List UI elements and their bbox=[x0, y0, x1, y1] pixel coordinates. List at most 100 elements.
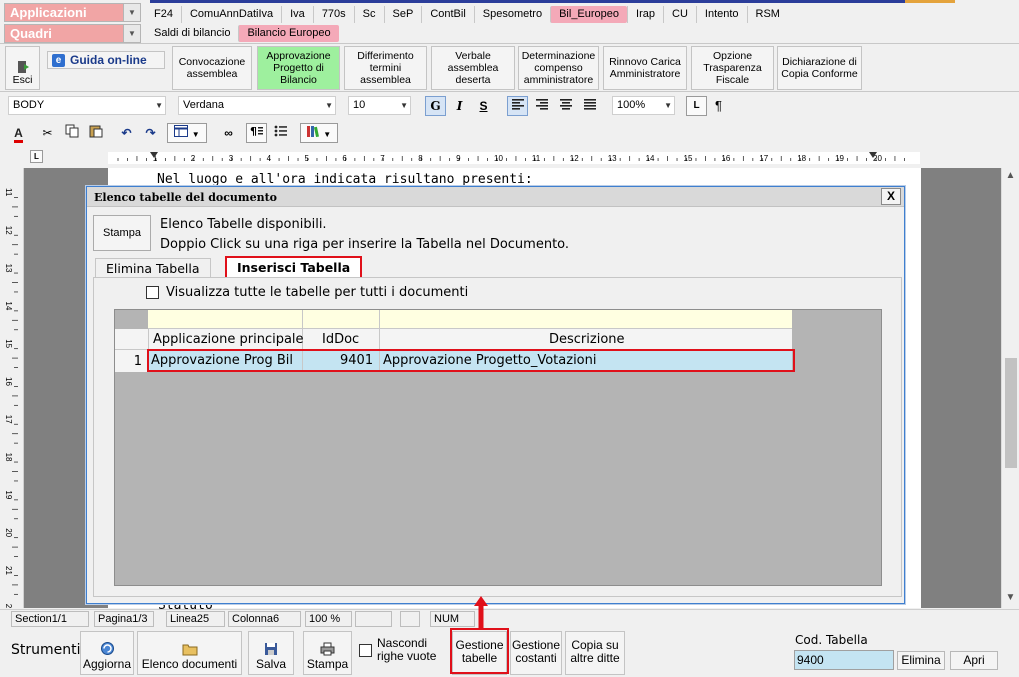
status-line: Linea25 bbox=[166, 611, 225, 627]
applicazioni-combo[interactable]: Applicazioni ▼ bbox=[4, 3, 141, 22]
close-button[interactable]: X bbox=[881, 188, 901, 205]
module-tab-sc[interactable]: Sc bbox=[353, 6, 384, 23]
module-tab-rsm[interactable]: RSM bbox=[746, 6, 788, 23]
approvazione-progetto-button[interactable]: Approvazione Progetto di Bilancio bbox=[257, 46, 340, 90]
font-size-select[interactable]: 10 ▼ bbox=[348, 96, 411, 115]
books-icon bbox=[306, 126, 319, 138]
stampa-bottom-button[interactable]: Stampa bbox=[303, 631, 352, 675]
tab-elimina-tabella[interactable]: Elimina Tabella bbox=[95, 258, 211, 279]
cut-button[interactable]: ✂ bbox=[37, 123, 58, 143]
copy-button[interactable] bbox=[61, 123, 82, 143]
pilcrow-icon: ¶ bbox=[715, 98, 722, 113]
convocazione-assemblea-button[interactable]: Convocazione assemblea bbox=[172, 46, 252, 90]
printer-icon bbox=[320, 642, 335, 656]
dichiarazione-copia-button[interactable]: Dichiarazione di Copia Conforme bbox=[777, 46, 862, 90]
column-header-descrizione[interactable]: Descrizione bbox=[549, 332, 625, 347]
apri-button[interactable]: Apri bbox=[950, 651, 998, 670]
document-scrollbar[interactable]: ▲ ▼ bbox=[1001, 168, 1019, 608]
module-tab-comuanndatiiva[interactable]: ComuAnnDatiIva bbox=[180, 6, 281, 23]
tab-stop-selector[interactable]: L bbox=[30, 150, 43, 163]
elenco-tabelle-dialog: Elenco tabelle del documento X Stampa El… bbox=[86, 186, 905, 604]
style-select[interactable]: BODY ▼ bbox=[8, 96, 166, 115]
rinnovo-carica-button[interactable]: Rinnovo Carica Amministratore bbox=[603, 46, 687, 90]
align-center-button[interactable] bbox=[555, 96, 576, 116]
row-number-cell[interactable]: 1 bbox=[115, 350, 148, 372]
copia-altre-ditte-button[interactable]: Copia su altre ditte bbox=[565, 631, 625, 675]
esci-button[interactable]: Esci bbox=[5, 46, 40, 90]
chevron-down-icon[interactable]: ▼ bbox=[123, 4, 140, 21]
scroll-up-icon[interactable]: ▲ bbox=[1002, 170, 1019, 181]
align-left-button[interactable] bbox=[507, 96, 528, 116]
tab-stop-icon: L bbox=[34, 152, 39, 161]
table-button[interactable]: ▼ bbox=[167, 123, 207, 143]
differimento-label: Differimento termini assemblea bbox=[357, 50, 414, 86]
bullets-button[interactable] bbox=[270, 123, 291, 143]
align-right-button[interactable] bbox=[531, 96, 552, 116]
determinazione-compenso-button[interactable]: Determinazione compenso amministratore bbox=[518, 46, 599, 90]
stampa-button[interactable]: Stampa bbox=[93, 215, 151, 251]
dialog-titlebar[interactable]: Elenco tabelle del documento X bbox=[87, 187, 904, 207]
quadri-combo[interactable]: Quadri ▼ bbox=[4, 24, 141, 43]
scrollbar-thumb[interactable] bbox=[1005, 358, 1017, 468]
aggiorna-button[interactable]: Aggiorna bbox=[80, 631, 134, 675]
gestione-costanti-label: Gestione bbox=[511, 637, 561, 652]
elimina-button[interactable]: Elimina bbox=[897, 651, 945, 670]
checkbox-box[interactable] bbox=[359, 644, 372, 657]
show-formatting-button[interactable]: ¶ bbox=[708, 96, 729, 116]
chevron-down-icon: ▼ bbox=[400, 101, 408, 110]
module-tab-intento[interactable]: Intento bbox=[695, 6, 747, 23]
document-text-line[interactable]: Nel luogo e all'ora indicata risultano p… bbox=[157, 172, 533, 187]
ruler-strip[interactable]: 1 2 3 4 5 6 7 8 9 10 11 12 13 14 15 16 17 18 19 20 bbox=[108, 152, 920, 164]
opzione-trasparenza-button[interactable]: Opzione Trasparenza Fiscale bbox=[691, 46, 774, 90]
font-select[interactable]: Verdana ▼ bbox=[178, 96, 336, 115]
paste-button[interactable] bbox=[85, 123, 106, 143]
show-all-tables-checkbox[interactable]: Visualizza tutte le tabelle per tutti i … bbox=[146, 285, 468, 300]
row-number: 1 bbox=[133, 354, 142, 369]
page-layout-button[interactable]: L bbox=[686, 96, 707, 116]
undo-button[interactable]: ↶ bbox=[116, 123, 137, 143]
verbale-assemblea-button[interactable]: Verbale assemblea deserta bbox=[431, 46, 515, 90]
module-tab-770s[interactable]: 770s bbox=[312, 6, 354, 23]
zoom-value: 100% bbox=[617, 99, 646, 111]
justify-button[interactable] bbox=[579, 96, 600, 116]
submodule-tab-bilancio-europeo[interactable]: Bilancio Europeo bbox=[238, 25, 339, 42]
font-color-button[interactable]: A bbox=[8, 123, 29, 143]
scroll-down-icon[interactable]: ▼ bbox=[1002, 592, 1019, 603]
differimento-termini-button[interactable]: Differimento termini assemblea bbox=[344, 46, 427, 90]
find-button[interactable]: ∞ bbox=[218, 123, 239, 143]
bold-button[interactable]: G bbox=[425, 96, 446, 116]
module-tab-spesometro[interactable]: Spesometro bbox=[473, 6, 550, 23]
guida-online-button[interactable]: e Guida on-line bbox=[47, 51, 165, 69]
column-header-applicazione[interactable]: Applicazione principale bbox=[153, 332, 304, 347]
paragraph-button[interactable]: ¶ bbox=[246, 123, 267, 143]
filter-row[interactable] bbox=[148, 310, 792, 329]
redo-button[interactable]: ↷ bbox=[140, 123, 161, 143]
ribbon: Esci e Guida on-line Convocazione assemb… bbox=[0, 45, 1019, 92]
module-tab-contbil[interactable]: ContBil bbox=[421, 6, 473, 23]
status-empty bbox=[355, 611, 392, 627]
refresh-icon bbox=[100, 642, 114, 655]
strike-button[interactable]: S bbox=[473, 96, 494, 116]
module-tab-iva[interactable]: Iva bbox=[281, 6, 313, 23]
module-tab-f24[interactable]: F24 bbox=[146, 6, 181, 23]
module-tab-bil-europeo[interactable]: Bil_Europeo bbox=[550, 6, 628, 23]
column-header-iddoc[interactable]: IdDoc bbox=[322, 332, 359, 347]
chevron-down-icon: ▼ bbox=[191, 130, 200, 139]
module-tab-sep[interactable]: SeP bbox=[383, 6, 422, 23]
nascondi-righe-checkbox[interactable]: Nascondi righe vuote bbox=[359, 637, 436, 663]
bold-label: G bbox=[430, 99, 441, 113]
gestione-costanti-button[interactable]: Gestione costanti bbox=[510, 631, 562, 675]
salva-button[interactable]: Salva bbox=[248, 631, 294, 675]
module-tab-irap[interactable]: Irap bbox=[627, 6, 663, 23]
elenco-documenti-button[interactable]: Elenco documenti bbox=[137, 631, 242, 675]
zoom-select[interactable]: 100% ▼ bbox=[612, 96, 675, 115]
module-tab-cu[interactable]: CU bbox=[663, 6, 696, 23]
checkbox-box[interactable] bbox=[146, 286, 159, 299]
ruler-label: 12 bbox=[570, 154, 579, 163]
fields-button[interactable]: ▼ bbox=[300, 123, 338, 143]
style-value: BODY bbox=[13, 99, 45, 111]
cod-tabella-input[interactable] bbox=[794, 650, 894, 670]
italic-button[interactable]: I bbox=[449, 96, 470, 116]
submodule-tab-saldi-di-bilancio[interactable]: Saldi di bilancio bbox=[146, 25, 238, 42]
chevron-down-icon[interactable]: ▼ bbox=[123, 25, 140, 42]
